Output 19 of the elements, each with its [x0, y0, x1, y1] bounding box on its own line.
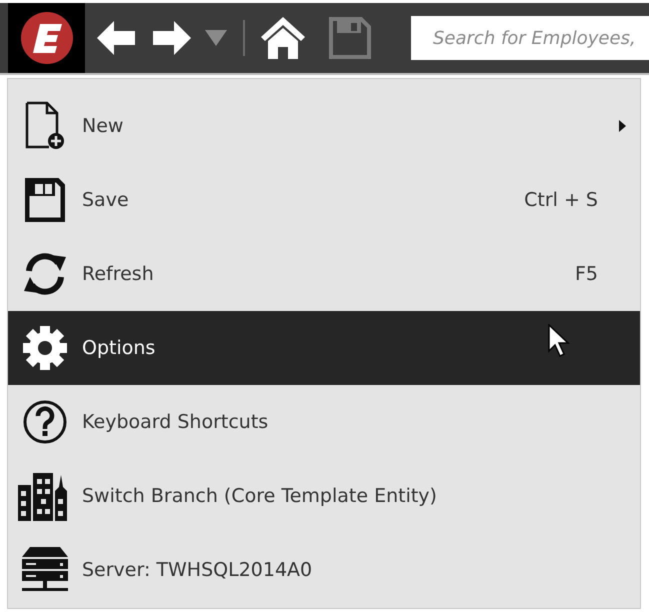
- server-icon: [20, 547, 70, 593]
- help-icon: [22, 399, 68, 445]
- menu-item[interactable]: Keyboard Shortcuts: [8, 385, 640, 459]
- menu-item[interactable]: Refresh F5: [8, 237, 640, 311]
- gear-icon: [21, 324, 69, 372]
- menu-item[interactable]: Switch Branch (Core Template Entity): [8, 459, 640, 533]
- back-arrow-icon[interactable]: [97, 21, 135, 55]
- mouse-cursor-icon: [548, 324, 570, 358]
- menu-item[interactable]: Save Ctrl + S: [8, 163, 640, 237]
- new-file-icon: [23, 101, 67, 151]
- home-icon[interactable]: [261, 17, 305, 59]
- logo-icon[interactable]: [20, 11, 74, 65]
- menu-item[interactable]: Server: TWHSQL2014A0: [8, 533, 640, 607]
- shortcut-text: F5: [574, 263, 598, 285]
- forward-arrow-icon[interactable]: [153, 21, 191, 55]
- shortcut-text: Ctrl + S: [524, 189, 598, 211]
- menu-item[interactable]: Options: [8, 311, 640, 385]
- search-field[interactable]: Search for Employees,: [411, 16, 649, 60]
- menu-item[interactable]: New: [8, 89, 640, 163]
